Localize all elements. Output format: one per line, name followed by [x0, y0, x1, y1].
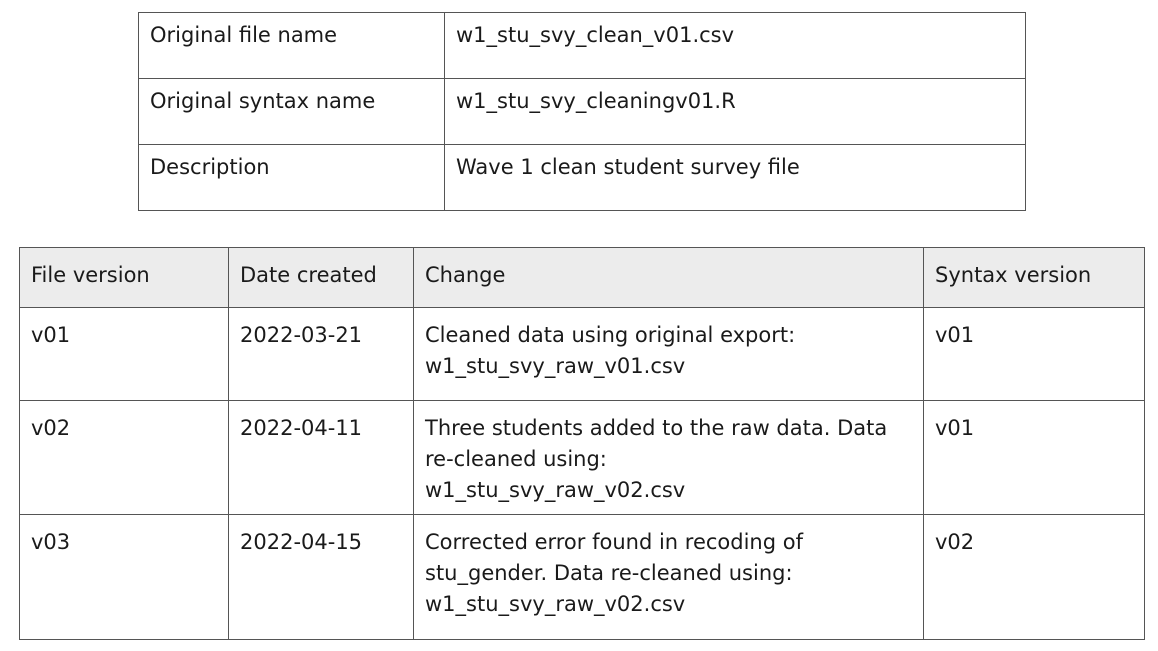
- table-row: v03 2022-04-15 Corrected error found in …: [19, 514, 1145, 640]
- syntax-version-cell: v01: [923, 307, 1145, 401]
- metadata-label: Description: [138, 144, 445, 211]
- date-created-cell: 2022-04-15: [228, 514, 414, 640]
- table-header-row: File version Date created Change Syntax …: [19, 247, 1145, 308]
- version-history-table: File version Date created Change Syntax …: [19, 247, 1145, 640]
- table-row: Description Wave 1 clean student survey …: [138, 144, 1026, 211]
- table-row: Original syntax name w1_stu_svy_cleaning…: [138, 78, 1026, 145]
- metadata-value: w1_stu_svy_clean_v01.csv: [444, 12, 1026, 79]
- metadata-label: Original file name: [138, 12, 445, 79]
- change-cell: Cleaned data using original export: w1_s…: [413, 307, 924, 401]
- syntax-version-cell: v02: [923, 514, 1145, 640]
- change-text-line: re-cleaned using:: [425, 447, 607, 471]
- change-text-line: Cleaned data using original export:: [425, 323, 796, 347]
- file-metadata-table: Original file name w1_stu_svy_clean_v01.…: [138, 12, 1026, 211]
- change-text-line: w1_stu_svy_raw_v02.csv: [425, 478, 686, 502]
- column-header-date-created: Date created: [228, 247, 414, 308]
- change-text-line: w1_stu_svy_raw_v02.csv: [425, 592, 686, 616]
- metadata-value: w1_stu_svy_cleaningv01.R: [444, 78, 1026, 145]
- date-created-cell: 2022-03-21: [228, 307, 414, 401]
- change-text-line: Corrected error found in recoding of: [425, 530, 803, 554]
- change-cell: Three students added to the raw data. Da…: [413, 400, 924, 515]
- table-row: v01 2022-03-21 Cleaned data using origin…: [19, 307, 1145, 401]
- column-header-syntax-version: Syntax version: [923, 247, 1145, 308]
- table-row: Original file name w1_stu_svy_clean_v01.…: [138, 12, 1026, 79]
- change-text-line: Three students added to the raw data. Da…: [425, 416, 888, 440]
- column-header-change: Change: [413, 247, 924, 308]
- syntax-version-cell: v01: [923, 400, 1145, 515]
- change-text-line: w1_stu_svy_raw_v01.csv: [425, 354, 686, 378]
- metadata-value: Wave 1 clean student survey file: [444, 144, 1026, 211]
- file-version-cell: v03: [19, 514, 229, 640]
- change-cell: Corrected error found in recoding of stu…: [413, 514, 924, 640]
- metadata-label: Original syntax name: [138, 78, 445, 145]
- file-version-cell: v01: [19, 307, 229, 401]
- table-row: v02 2022-04-11 Three students added to t…: [19, 400, 1145, 515]
- file-version-cell: v02: [19, 400, 229, 515]
- column-header-file-version: File version: [19, 247, 229, 308]
- change-text-line: stu_gender. Data re-cleaned using:: [425, 561, 793, 585]
- date-created-cell: 2022-04-11: [228, 400, 414, 515]
